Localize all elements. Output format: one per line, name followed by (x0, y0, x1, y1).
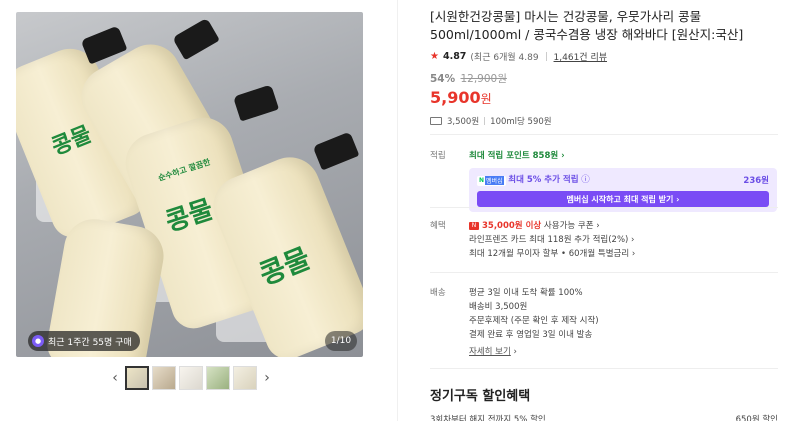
points-body: 최대 적립 포인트 858원 › N 멤버십 최대 5% 추가 적립 ⓘ 236원… (469, 149, 779, 212)
thumbnail-2[interactable] (152, 366, 176, 390)
delivery-more-text: 자세히 보기 (469, 347, 511, 357)
divider (430, 272, 778, 273)
bottle-label: 콩물 (254, 241, 315, 292)
rating-row: ★ 4.87 (최근 6개월 4.89 1,461건 리뷰 (430, 50, 780, 63)
points-section: 적립 최대 적립 포인트 858원 › N 멤버십 최대 5% 추가 적립 ⓘ 2… (430, 149, 780, 212)
thumbnail-strip: ‹ › (108, 366, 274, 390)
join-button-label: 멤버십 시작하고 최대 적립 받기 (566, 194, 674, 204)
separator (545, 52, 547, 61)
installment-line[interactable]: 최대 12개월 무이자 할부 • 60개월 특별금리 › (469, 247, 779, 261)
delivery-body: 평균 3일 이내 도착 확률 100% 배송비 3,500원 주문후제작 (주문… (469, 286, 779, 359)
membership-tag: 멤버십 (485, 176, 504, 185)
coupon-amount: 35,000원 이상 (482, 221, 542, 231)
column-divider (397, 0, 398, 421)
benefits-body: N 35,000원 이상 사용가능 쿠폰 › 라인프렌즈 카드 최대 118원 추… (469, 219, 779, 261)
rating-score: 4.87 (442, 51, 467, 62)
chevron-left-icon[interactable]: ‹ (108, 366, 122, 390)
points-label: 적립 (430, 151, 446, 161)
divider (430, 207, 778, 208)
thumbnail-1[interactable] (125, 366, 149, 390)
image-counter: 1/10 (325, 331, 357, 351)
recent-buy-text: 최근 1주간 55명 구매 (48, 337, 132, 348)
sale-price-unit: 원 (480, 92, 492, 106)
shipping-fee: 3,500원 (447, 117, 480, 127)
unit-price: 100ml당 590원 (490, 117, 552, 127)
review-count-link[interactable]: 1,461건 리뷰 (554, 50, 607, 63)
membership-benefit-box: N 멤버십 최대 5% 추가 적립 ⓘ 236원 멤버십 시작하고 최대 적립 받… (469, 168, 777, 212)
max-points-text: 최대 적립 포인트 858원 (469, 151, 559, 161)
sale-price-value: 5,900 (430, 88, 481, 107)
bag-icon: ● (32, 335, 44, 347)
discount-row: 54% 12,900원 (430, 71, 780, 86)
bottle-subtext: 순수하고 깔끔한 (157, 157, 212, 183)
card-benefit-text: 라인프렌즈 카드 최대 118원 추가 적립(2%) (469, 235, 629, 245)
main-product-image[interactable]: 콩물 콩물 순수하고 깔끔한 콩물 콩물 (16, 12, 363, 357)
subscription-title: 정기구독 할인혜택 (430, 389, 531, 404)
delivery-label: 배송 (430, 288, 446, 298)
bottle-cap (232, 84, 280, 122)
coupon-text: 사용가능 쿠폰 (541, 221, 594, 231)
bottle-label: 콩물 (48, 122, 96, 161)
rating-recent: (최근 6개월 4.89 (470, 53, 539, 63)
extra-points-value: 236원 (743, 176, 769, 186)
card-benefit-line[interactable]: 라인프렌즈 카드 최대 118원 추가 적립(2%) › (469, 233, 779, 247)
divider (430, 134, 778, 135)
star-icon: ★ (430, 51, 439, 62)
delivery-section: 배송 평균 3일 이내 도착 확률 100% 배송비 3,500원 주문후제작 … (430, 286, 780, 362)
delivery-more-link[interactable]: 자세히 보기 › (469, 345, 779, 359)
delivery-line-3: 주문후제작 (주문 확인 후 제작 시작) (469, 316, 599, 326)
membership-join-button[interactable]: 멤버십 시작하고 최대 적립 받기 › (477, 191, 769, 207)
bottle-cap (172, 17, 220, 61)
extra-points-label: 최대 5% 추가 적립 (508, 175, 579, 185)
naver-membership-badge: N 멤버십 (477, 175, 506, 186)
shipping-summary: 3,500원 100ml당 590원 (430, 115, 780, 127)
truck-icon (430, 117, 442, 125)
bottle-label: 콩물 (162, 194, 217, 238)
benefits-section: 혜택 N 35,000원 이상 사용가능 쿠폰 › 라인프렌즈 카드 최대 118… (430, 219, 780, 267)
naver-n-icon: N (479, 177, 485, 184)
delivery-line-2: 배송비 3,500원 (469, 302, 528, 312)
bottle-cap (312, 131, 360, 171)
coupon-line[interactable]: N 35,000원 이상 사용가능 쿠폰 › (469, 219, 779, 233)
subscription-row: 3회차부터 해지 전까지 5% 할인 650원 할인 (430, 413, 778, 421)
installment-text: 최대 12개월 무이자 할부 • 60개월 특별금리 (469, 249, 630, 259)
delivery-line-4: 결제 완료 후 영업일 3일 이내 발송 (469, 330, 593, 340)
recent-buy-badge: ● 최근 1주간 55명 구매 (28, 331, 140, 351)
original-price: 12,900원 (460, 73, 507, 85)
subscription-condition: 3회차부터 해지 전까지 5% 할인 (430, 415, 546, 421)
thumbnail-3[interactable] (179, 366, 203, 390)
coupon-icon: N (469, 221, 479, 230)
product-title: [시원한건강콩물] 마시는 건강콩물, 우뭇가사리 콩물500ml/1000ml… (430, 9, 744, 42)
separator (484, 117, 486, 125)
delivery-line-1: 평균 3일 이내 도착 확률 100% (469, 288, 583, 298)
subscription-discount: 650원 할인 (735, 415, 778, 421)
sale-price: 5,900원 (430, 88, 780, 107)
product-info: [시원한건강콩물] 마시는 건강콩물, 우뭇가사리 콩물500ml/1000ml… (430, 8, 780, 127)
chevron-right-icon[interactable]: › (260, 366, 274, 390)
info-icon[interactable]: ⓘ (581, 175, 590, 185)
discount-rate: 54% (430, 73, 456, 85)
benefits-label: 혜택 (430, 221, 446, 231)
thumbnail-5[interactable] (233, 366, 257, 390)
max-points-link[interactable]: 최대 적립 포인트 858원 › (469, 151, 565, 161)
thumbnail-4[interactable] (206, 366, 230, 390)
divider (430, 368, 778, 369)
